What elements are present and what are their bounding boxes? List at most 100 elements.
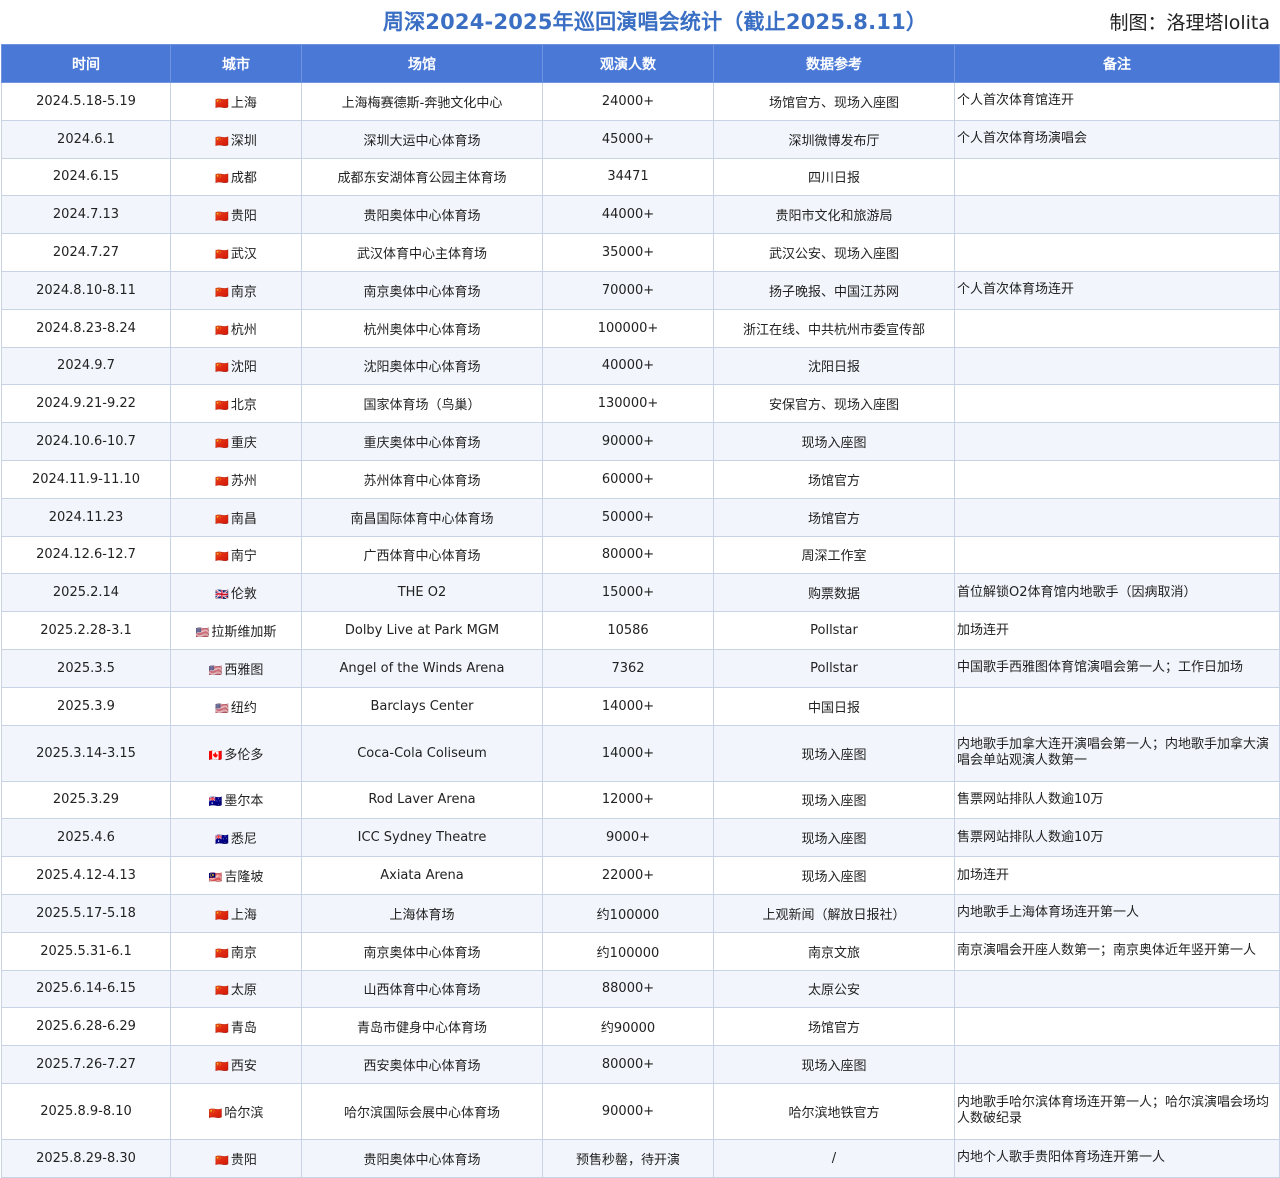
city-name: 青岛 <box>230 1021 257 1037</box>
city-cell: 🇨🇳 南昌 <box>170 497 302 537</box>
city-cell: 🇨🇳 青岛 <box>170 1007 302 1047</box>
audience-cell: 10586 <box>542 611 714 650</box>
source-cell: 现场入座图 <box>713 422 955 461</box>
city-cell: 🇨🇳 南宁 <box>170 535 302 575</box>
audience-cell: 70000+ <box>542 270 714 310</box>
note-cell: 内地歌手加拿大连开演唱会第一人；内地歌手加拿大演唱会单站观演人数第一 <box>954 724 1280 782</box>
flag-icon: 🇨🇳 <box>215 323 229 337</box>
note-cell: 加场连开 <box>954 856 1280 895</box>
flag-icon: 🇺🇸 <box>208 663 223 677</box>
audience-cell: 34471 <box>542 157 714 197</box>
column-header-venue: 场馆 <box>301 44 543 83</box>
audience-cell: 约100000 <box>542 893 714 933</box>
venue-cell: Rod Laver Arena <box>301 780 543 820</box>
source-cell: 现场入座图 <box>713 780 955 820</box>
note-cell: 个人首次体育场演唱会 <box>954 119 1280 159</box>
venue-cell: 哈尔滨国际会展中心体育场 <box>301 1082 543 1140</box>
note-cell <box>954 308 1280 348</box>
flag-icon: 🇨🇳 <box>215 172 229 186</box>
city-name: 南宁 <box>230 549 257 565</box>
note-cell: 个人首次体育场连开 <box>954 270 1280 310</box>
city-cell: 🇨🇳 贵阳 <box>170 1138 302 1178</box>
source-cell: 场馆官方、现场入座图 <box>713 82 955 121</box>
city-name: 太原 <box>230 983 257 999</box>
city-name: 哈尔滨 <box>224 1105 264 1121</box>
date-cell: 2025.5.31-6.1 <box>1 931 171 971</box>
table-row: 2024.11.23 🇨🇳 南昌 南昌国际体育中心体育场 50000+ 场馆官方 <box>1 497 1280 537</box>
column-header-date: 时间 <box>1 44 171 83</box>
audience-cell: 14000+ <box>542 686 714 726</box>
note-cell <box>954 195 1280 235</box>
source-cell: 浙江在线、中共杭州市委宣传部 <box>713 308 955 348</box>
audience-cell: 24000+ <box>542 82 714 121</box>
city-name: 墨尔本 <box>224 794 264 810</box>
audience-cell: 88000+ <box>542 969 714 1009</box>
table-row: 2024.6.15 🇨🇳 成都 成都东安湖体育公园主体育场 34471 四川日报 <box>1 157 1280 197</box>
city-name: 武汉 <box>230 247 257 263</box>
date-cell: 2024.6.1 <box>1 119 171 159</box>
audience-cell: 14000+ <box>542 724 714 782</box>
date-cell: 2025.6.14-6.15 <box>1 969 171 1009</box>
note-cell <box>954 459 1280 499</box>
audience-cell: 90000+ <box>542 422 714 461</box>
flag-icon: 🇨🇳 <box>215 1153 229 1167</box>
note-cell: 售票网站排队人数逾10万 <box>954 818 1280 858</box>
source-cell: 中国日报 <box>713 686 955 726</box>
flag-icon: 🇬🇧 <box>215 588 229 602</box>
date-cell: 2024.7.13 <box>1 195 171 235</box>
city-cell: 🇨🇳 沈阳 <box>170 346 302 386</box>
table-row: 2024.8.10-8.11 🇨🇳 南京 南京奥体中心体育场 70000+ 扬子晚报、中国… <box>1 270 1280 310</box>
note-cell <box>954 346 1280 386</box>
flag-icon: 🇨🇳 <box>215 248 229 262</box>
flag-icon: 🇨🇳 <box>215 285 229 299</box>
date-cell: 2025.8.29-8.30 <box>1 1138 171 1178</box>
table-row: 2025.4.12-4.13 🇲🇾 吉隆坡 Axiata Arena 22000+ 现场入… <box>1 856 1280 895</box>
venue-cell: 武汉体育中心主体育场 <box>301 233 543 272</box>
venue-cell: Angel of the Winds Arena <box>301 648 543 688</box>
flag-icon: 🇨🇳 <box>215 437 229 451</box>
note-cell: 南京演唱会开座人数第一；南京奥体近年竖开第一人 <box>954 931 1280 971</box>
venue-cell: 青岛市健身中心体育场 <box>301 1007 543 1047</box>
flag-icon: 🇨🇳 <box>215 134 229 148</box>
audience-cell: 45000+ <box>542 119 714 159</box>
city-cell: 🇲🇾 吉隆坡 <box>170 856 302 895</box>
city-cell: 🇨🇳 北京 <box>170 384 302 424</box>
date-cell: 2025.3.5 <box>1 648 171 688</box>
city-cell: 🇨🇦 多伦多 <box>170 724 302 782</box>
table-row: 2024.9.21-9.22 🇨🇳 北京 国家体育场（鸟巢） 130000+ 安保官方、现… <box>1 384 1280 424</box>
flag-icon: 🇦🇺 <box>208 795 223 809</box>
flag-icon: 🇨🇳 <box>215 399 229 413</box>
audience-cell: 40000+ <box>542 346 714 386</box>
note-cell <box>954 157 1280 197</box>
date-cell: 2024.5.18-5.19 <box>1 82 171 121</box>
source-cell: 购票数据 <box>713 573 955 613</box>
date-cell: 2024.11.9-11.10 <box>1 459 171 499</box>
venue-cell: 重庆奥体中心体育场 <box>301 422 543 461</box>
page-title: 周深2024-2025年巡回演唱会统计（截止2025.8.11） <box>382 10 928 34</box>
audience-cell: 9000+ <box>542 818 714 858</box>
source-cell: 安保官方、现场入座图 <box>713 384 955 424</box>
city-cell: 🇨🇳 深圳 <box>170 119 302 159</box>
audience-cell: 约100000 <box>542 931 714 971</box>
date-cell: 2025.3.9 <box>1 686 171 726</box>
note-cell <box>954 969 1280 1009</box>
venue-cell: Coca-Cola Coliseum <box>301 724 543 782</box>
audience-cell: 80000+ <box>542 1045 714 1084</box>
flag-icon: 🇺🇸 <box>195 626 210 640</box>
table-row: 2025.7.26-7.27 🇨🇳 西安 西安奥体中心体育场 80000+ 现场入座图 <box>1 1045 1280 1084</box>
source-cell: Pollstar <box>713 648 955 688</box>
city-cell: 🇺🇸 拉斯维加斯 <box>170 611 302 650</box>
audience-cell: 100000+ <box>542 308 714 348</box>
date-cell: 2025.4.12-4.13 <box>1 856 171 895</box>
source-cell: 周深工作室 <box>713 535 955 575</box>
source-cell: 现场入座图 <box>713 856 955 895</box>
venue-cell: 贵阳奥体中心体育场 <box>301 195 543 235</box>
table-header-row: 时间 城市 场馆 观演人数 数据参考 备注 <box>1 44 1280 83</box>
date-cell: 2025.4.6 <box>1 818 171 858</box>
city-cell: 🇦🇺 悉尼 <box>170 818 302 858</box>
column-header-note: 备注 <box>954 44 1280 83</box>
date-cell: 2024.6.15 <box>1 157 171 197</box>
source-cell: 沈阳日报 <box>713 346 955 386</box>
city-name: 贵阳 <box>230 209 257 225</box>
venue-cell: 南京奥体中心体育场 <box>301 270 543 310</box>
